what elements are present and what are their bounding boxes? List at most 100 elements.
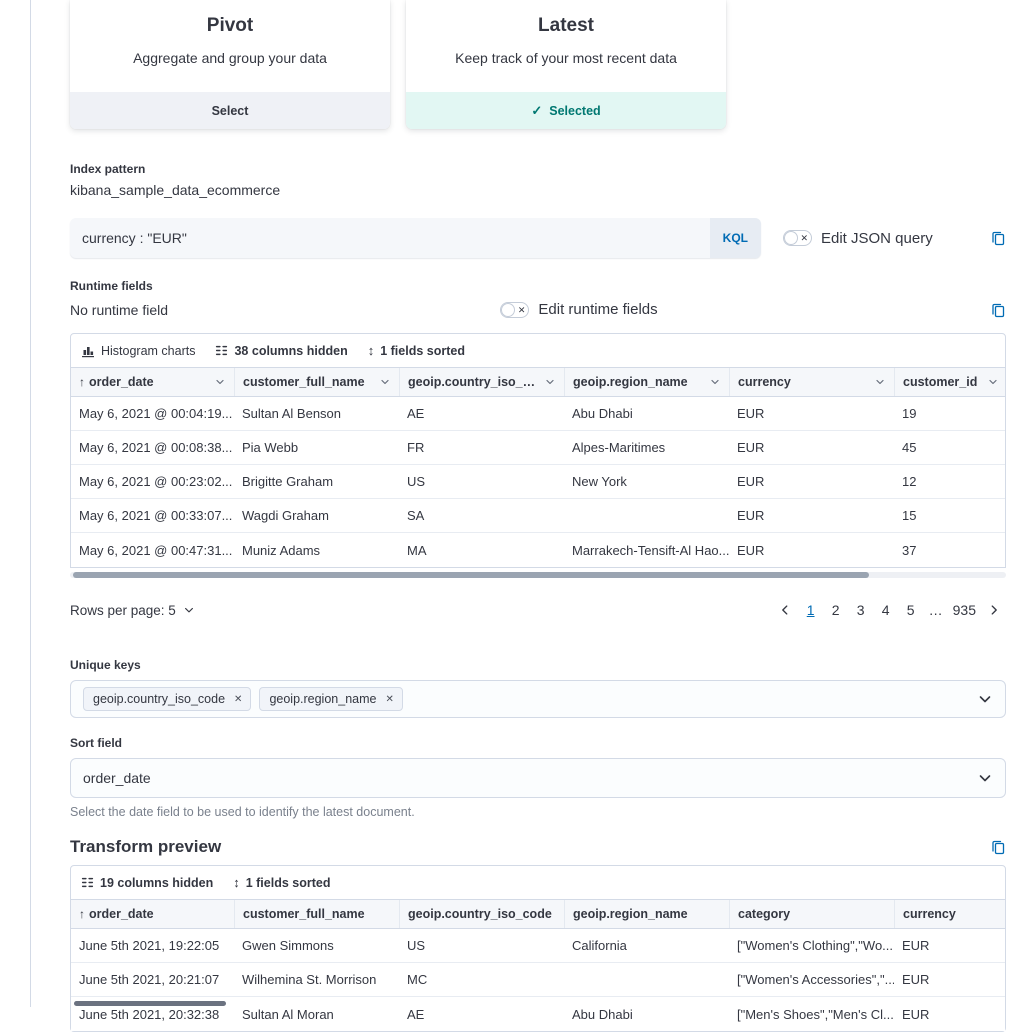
table-cell[interactable]: EUR	[729, 533, 894, 567]
column-header[interactable]: ↑order_date	[71, 368, 234, 396]
table-cell[interactable]: Alpes-Maritimes	[564, 431, 729, 464]
column-actions-icon[interactable]	[874, 376, 886, 388]
column-header[interactable]: currency	[729, 368, 894, 396]
table-cell[interactable]: AE	[399, 397, 564, 430]
table-cell[interactable]: May 6, 2021 @ 00:47:31...	[71, 533, 234, 567]
table-cell[interactable]: Pia Webb	[234, 431, 399, 464]
table-cell[interactable]: MC	[399, 963, 564, 996]
table-cell[interactable]: June 5th 2021, 20:21:07	[71, 963, 234, 996]
column-header[interactable]: geoip.region_name	[564, 368, 729, 396]
column-actions-icon[interactable]	[214, 376, 226, 388]
pivot-card[interactable]: Pivot Aggregate and group your data Sele…	[70, 0, 390, 129]
horizontal-scrollbar[interactable]	[73, 572, 869, 578]
column-header[interactable]: category	[729, 900, 894, 928]
unique-keys-combobox[interactable]: geoip.country_iso_code✕ geoip.region_name…	[70, 680, 1006, 718]
table-cell[interactable]: May 6, 2021 @ 00:33:07...	[71, 499, 234, 532]
column-actions-icon[interactable]	[379, 376, 391, 388]
unique-key-pill[interactable]: geoip.country_iso_code✕	[83, 687, 251, 711]
table-cell[interactable]: Marrakech-Tensift-Al Hao...	[564, 533, 729, 567]
table-cell[interactable]	[564, 963, 729, 996]
table-cell[interactable]: ["Women's Clothing","Wo...	[729, 929, 894, 962]
next-page-button[interactable]	[982, 601, 1006, 619]
edit-runtime-fields-toggle[interactable]: ✕	[500, 302, 529, 318]
table-cell[interactable]: Abu Dhabi	[564, 997, 729, 1031]
table-cell[interactable]: Sultan Al Benson	[234, 397, 399, 430]
table-cell[interactable]: May 6, 2021 @ 00:23:02...	[71, 465, 234, 498]
table-cell[interactable]: US	[399, 465, 564, 498]
table-cell[interactable]: EUR	[894, 963, 1007, 996]
preview-horizontal-scrollbar[interactable]	[74, 1001, 226, 1006]
table-cell[interactable]: 19	[894, 397, 1007, 430]
table-cell[interactable]: EUR	[729, 499, 894, 532]
table-cell[interactable]: FR	[399, 431, 564, 464]
table-cell[interactable]: Sultan Al Moran	[234, 997, 399, 1031]
remove-pill-icon[interactable]: ✕	[231, 693, 245, 706]
table-cell[interactable]: 12	[894, 465, 1007, 498]
table-cell[interactable]: 15	[894, 499, 1007, 532]
table-cell[interactable]: California	[564, 929, 729, 962]
column-header[interactable]: customer_full_name	[234, 368, 399, 396]
previous-page-button[interactable]	[773, 601, 797, 619]
page-number-button[interactable]: 2	[825, 600, 847, 620]
kql-language-button[interactable]: KQL	[710, 218, 761, 258]
copy-query-icon[interactable]	[990, 230, 1006, 246]
copy-runtime-icon[interactable]	[990, 302, 1006, 318]
page-number-button[interactable]: 3	[850, 600, 872, 620]
table-cell[interactable]: 37	[894, 533, 1007, 567]
fields-sorted-button[interactable]: ↕ 1 fields sorted	[368, 343, 465, 358]
latest-card[interactable]: Latest Keep track of your most recent da…	[406, 0, 726, 129]
column-header[interactable]: currency	[894, 900, 1007, 928]
table-cell[interactable]: New York	[564, 465, 729, 498]
table-cell[interactable]: MA	[399, 533, 564, 567]
table-cell[interactable]: 45	[894, 431, 1007, 464]
histogram-charts-button[interactable]: Histogram charts	[81, 344, 195, 358]
table-cell[interactable]: ["Men's Shoes","Men's Cl...	[729, 997, 894, 1031]
column-actions-icon[interactable]	[709, 376, 721, 388]
columns-hidden-button[interactable]: 38 columns hidden	[215, 344, 347, 358]
column-actions-icon[interactable]	[544, 376, 556, 388]
table-cell[interactable]: Wagdi Graham	[234, 499, 399, 532]
columns-hidden-button[interactable]: 19 columns hidden	[81, 876, 213, 890]
table-cell[interactable]: US	[399, 929, 564, 962]
column-header[interactable]: geoip.region_name	[564, 900, 729, 928]
copy-preview-icon[interactable]	[990, 839, 1006, 855]
table-cell[interactable]: May 6, 2021 @ 00:04:19...	[71, 397, 234, 430]
table-cell[interactable]: Gwen Simmons	[234, 929, 399, 962]
table-cell[interactable]: Brigitte Graham	[234, 465, 399, 498]
table-cell[interactable]: AE	[399, 997, 564, 1031]
sort-field-select[interactable]: order_date	[70, 758, 1006, 798]
column-header[interactable]: customer_full_name	[234, 900, 399, 928]
table-cell[interactable]: EUR	[729, 465, 894, 498]
column-header[interactable]: ↑order_date	[71, 900, 234, 928]
query-input[interactable]: currency : "EUR" KQL	[70, 218, 761, 258]
page-number-button[interactable]: 935	[950, 600, 979, 620]
page-number-button[interactable]: 5	[900, 600, 922, 620]
remove-pill-icon[interactable]: ✕	[382, 693, 396, 706]
rows-per-page-button[interactable]: Rows per page: 5	[70, 603, 195, 618]
chevron-down-icon[interactable]	[977, 770, 993, 786]
latest-selected-button[interactable]: ✓ Selected	[406, 92, 726, 129]
unique-key-pill[interactable]: geoip.region_name✕	[259, 687, 402, 711]
pivot-select-button[interactable]: Select	[70, 92, 390, 129]
column-header[interactable]: customer_id	[894, 368, 1007, 396]
chevron-down-icon[interactable]	[977, 691, 993, 707]
table-cell[interactable]: May 6, 2021 @ 00:08:38...	[71, 431, 234, 464]
page-number-button[interactable]: 4	[875, 600, 897, 620]
edit-json-query-toggle[interactable]: ✕	[783, 230, 812, 246]
table-cell[interactable]: EUR	[729, 397, 894, 430]
table-cell[interactable]: Muniz Adams	[234, 533, 399, 567]
table-cell[interactable]: EUR	[894, 929, 1007, 962]
column-header[interactable]: geoip.country_iso_code	[399, 900, 564, 928]
column-actions-icon[interactable]	[987, 376, 999, 388]
page-number-button[interactable]: 1	[800, 600, 822, 620]
table-cell[interactable]: SA	[399, 499, 564, 532]
column-header[interactable]: geoip.country_iso_co...	[399, 368, 564, 396]
table-cell[interactable]: EUR	[729, 431, 894, 464]
table-cell[interactable]: Abu Dhabi	[564, 397, 729, 430]
table-cell[interactable]: Wilhemina St. Morrison	[234, 963, 399, 996]
table-cell[interactable]	[564, 499, 729, 532]
table-cell[interactable]: EUR	[894, 997, 1007, 1031]
table-cell[interactable]: June 5th 2021, 19:22:05	[71, 929, 234, 962]
table-cell[interactable]: ["Women's Accessories","...	[729, 963, 894, 996]
fields-sorted-button[interactable]: ↕ 1 fields sorted	[233, 875, 330, 890]
